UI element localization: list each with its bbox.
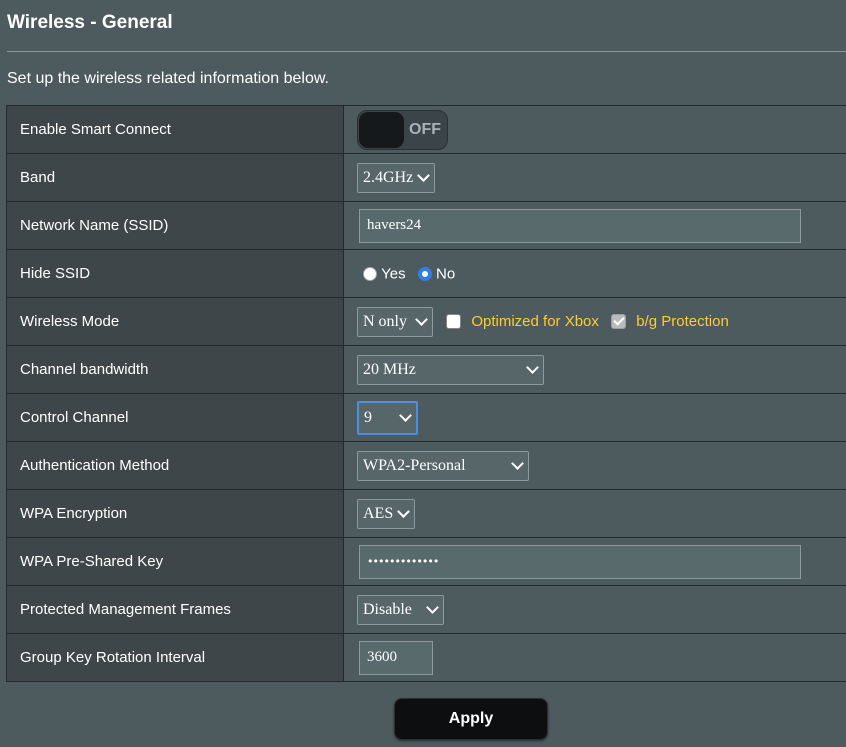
wpa-encryption-label: WPA Encryption	[6, 489, 344, 538]
bg-protection-label: b/g Protection	[636, 313, 729, 330]
title-divider	[7, 51, 846, 52]
hide-ssid-label: Hide SSID	[6, 249, 344, 298]
gkri-label: Group Key Rotation Interval	[6, 633, 344, 682]
xbox-checkbox[interactable]	[446, 314, 462, 329]
auth-method-value: WPA2-Personal	[363, 456, 466, 474]
control-channel-select[interactable]: 9	[357, 400, 418, 435]
pmf-select[interactable]: Disable	[357, 594, 444, 625]
row-wpa-encryption: WPA Encryption AES	[6, 489, 846, 538]
hide-ssid-yes-radio[interactable]	[363, 266, 377, 281]
control-channel-value: 9	[364, 408, 372, 426]
gkri-input[interactable]: 3600	[359, 640, 433, 675]
chevron-down-icon	[526, 360, 539, 374]
smart-connect-label: Enable Smart Connect	[6, 105, 344, 154]
apply-button[interactable]: Apply	[394, 698, 548, 740]
hide-ssid-yes-label: Yes	[381, 265, 406, 283]
row-psk: WPA Pre-Shared Key •••••••••••••	[6, 537, 846, 586]
wpa-encryption-select[interactable]: AES	[357, 498, 415, 529]
psk-label: WPA Pre-Shared Key	[6, 537, 344, 586]
channel-bandwidth-select[interactable]: 20 MHz	[357, 354, 544, 385]
ssid-input[interactable]: havers24	[359, 208, 801, 243]
smart-connect-toggle[interactable]: OFF	[357, 109, 448, 150]
hide-ssid-no-label: No	[436, 265, 456, 283]
chevron-down-icon	[399, 408, 412, 422]
row-pmf: Protected Management Frames Disable	[6, 585, 846, 634]
row-gkri: Group Key Rotation Interval 3600	[6, 633, 846, 682]
channel-bandwidth-value: 20 MHz	[363, 360, 416, 378]
toggle-knob	[359, 111, 404, 148]
row-control-channel: Control Channel 9	[6, 393, 846, 442]
chevron-down-icon	[511, 456, 524, 470]
toggle-state-text: OFF	[409, 120, 441, 138]
wireless-mode-select[interactable]: N only	[357, 306, 433, 337]
wpa-encryption-value: AES	[363, 504, 394, 522]
page-subtitle: Set up the wireless related information …	[7, 70, 329, 87]
page-title: Wireless - General	[7, 12, 173, 33]
row-hide-ssid: Hide SSID Yes No	[6, 249, 846, 298]
bg-protection-checkbox[interactable]	[611, 314, 627, 329]
band-select[interactable]: 2.4GHz	[357, 162, 435, 193]
chevron-down-icon	[426, 600, 439, 614]
ssid-label: Network Name (SSID)	[6, 201, 344, 250]
row-ssid: Network Name (SSID) havers24	[6, 201, 846, 250]
channel-bandwidth-label: Channel bandwidth	[6, 345, 344, 394]
control-channel-label: Control Channel	[6, 393, 344, 442]
row-band: Band 2.4GHz	[6, 153, 846, 202]
psk-input[interactable]: •••••••••••••	[359, 544, 801, 579]
wireless-settings-table: Enable Smart Connect OFF Band 2.4GHz Net…	[6, 105, 846, 682]
chevron-down-icon	[417, 168, 430, 182]
band-value: 2.4GHz	[363, 168, 414, 186]
auth-method-label: Authentication Method	[6, 441, 344, 490]
chevron-down-icon	[415, 312, 428, 326]
hide-ssid-no-radio[interactable]	[417, 266, 432, 281]
xbox-label: Optimized for Xbox	[471, 313, 599, 330]
wireless-mode-value: N only	[363, 312, 407, 330]
pmf-label: Protected Management Frames	[6, 585, 344, 634]
row-channel-bandwidth: Channel bandwidth 20 MHz	[6, 345, 846, 394]
row-smart-connect: Enable Smart Connect OFF	[6, 105, 846, 154]
row-auth-method: Authentication Method WPA2-Personal	[6, 441, 846, 490]
band-label: Band	[6, 153, 344, 202]
chevron-down-icon	[397, 504, 410, 518]
pmf-value: Disable	[363, 600, 412, 618]
wireless-mode-label: Wireless Mode	[6, 297, 344, 346]
row-wireless-mode: Wireless Mode N only Optimized for Xbox …	[6, 297, 846, 346]
auth-method-select[interactable]: WPA2-Personal	[357, 450, 529, 481]
